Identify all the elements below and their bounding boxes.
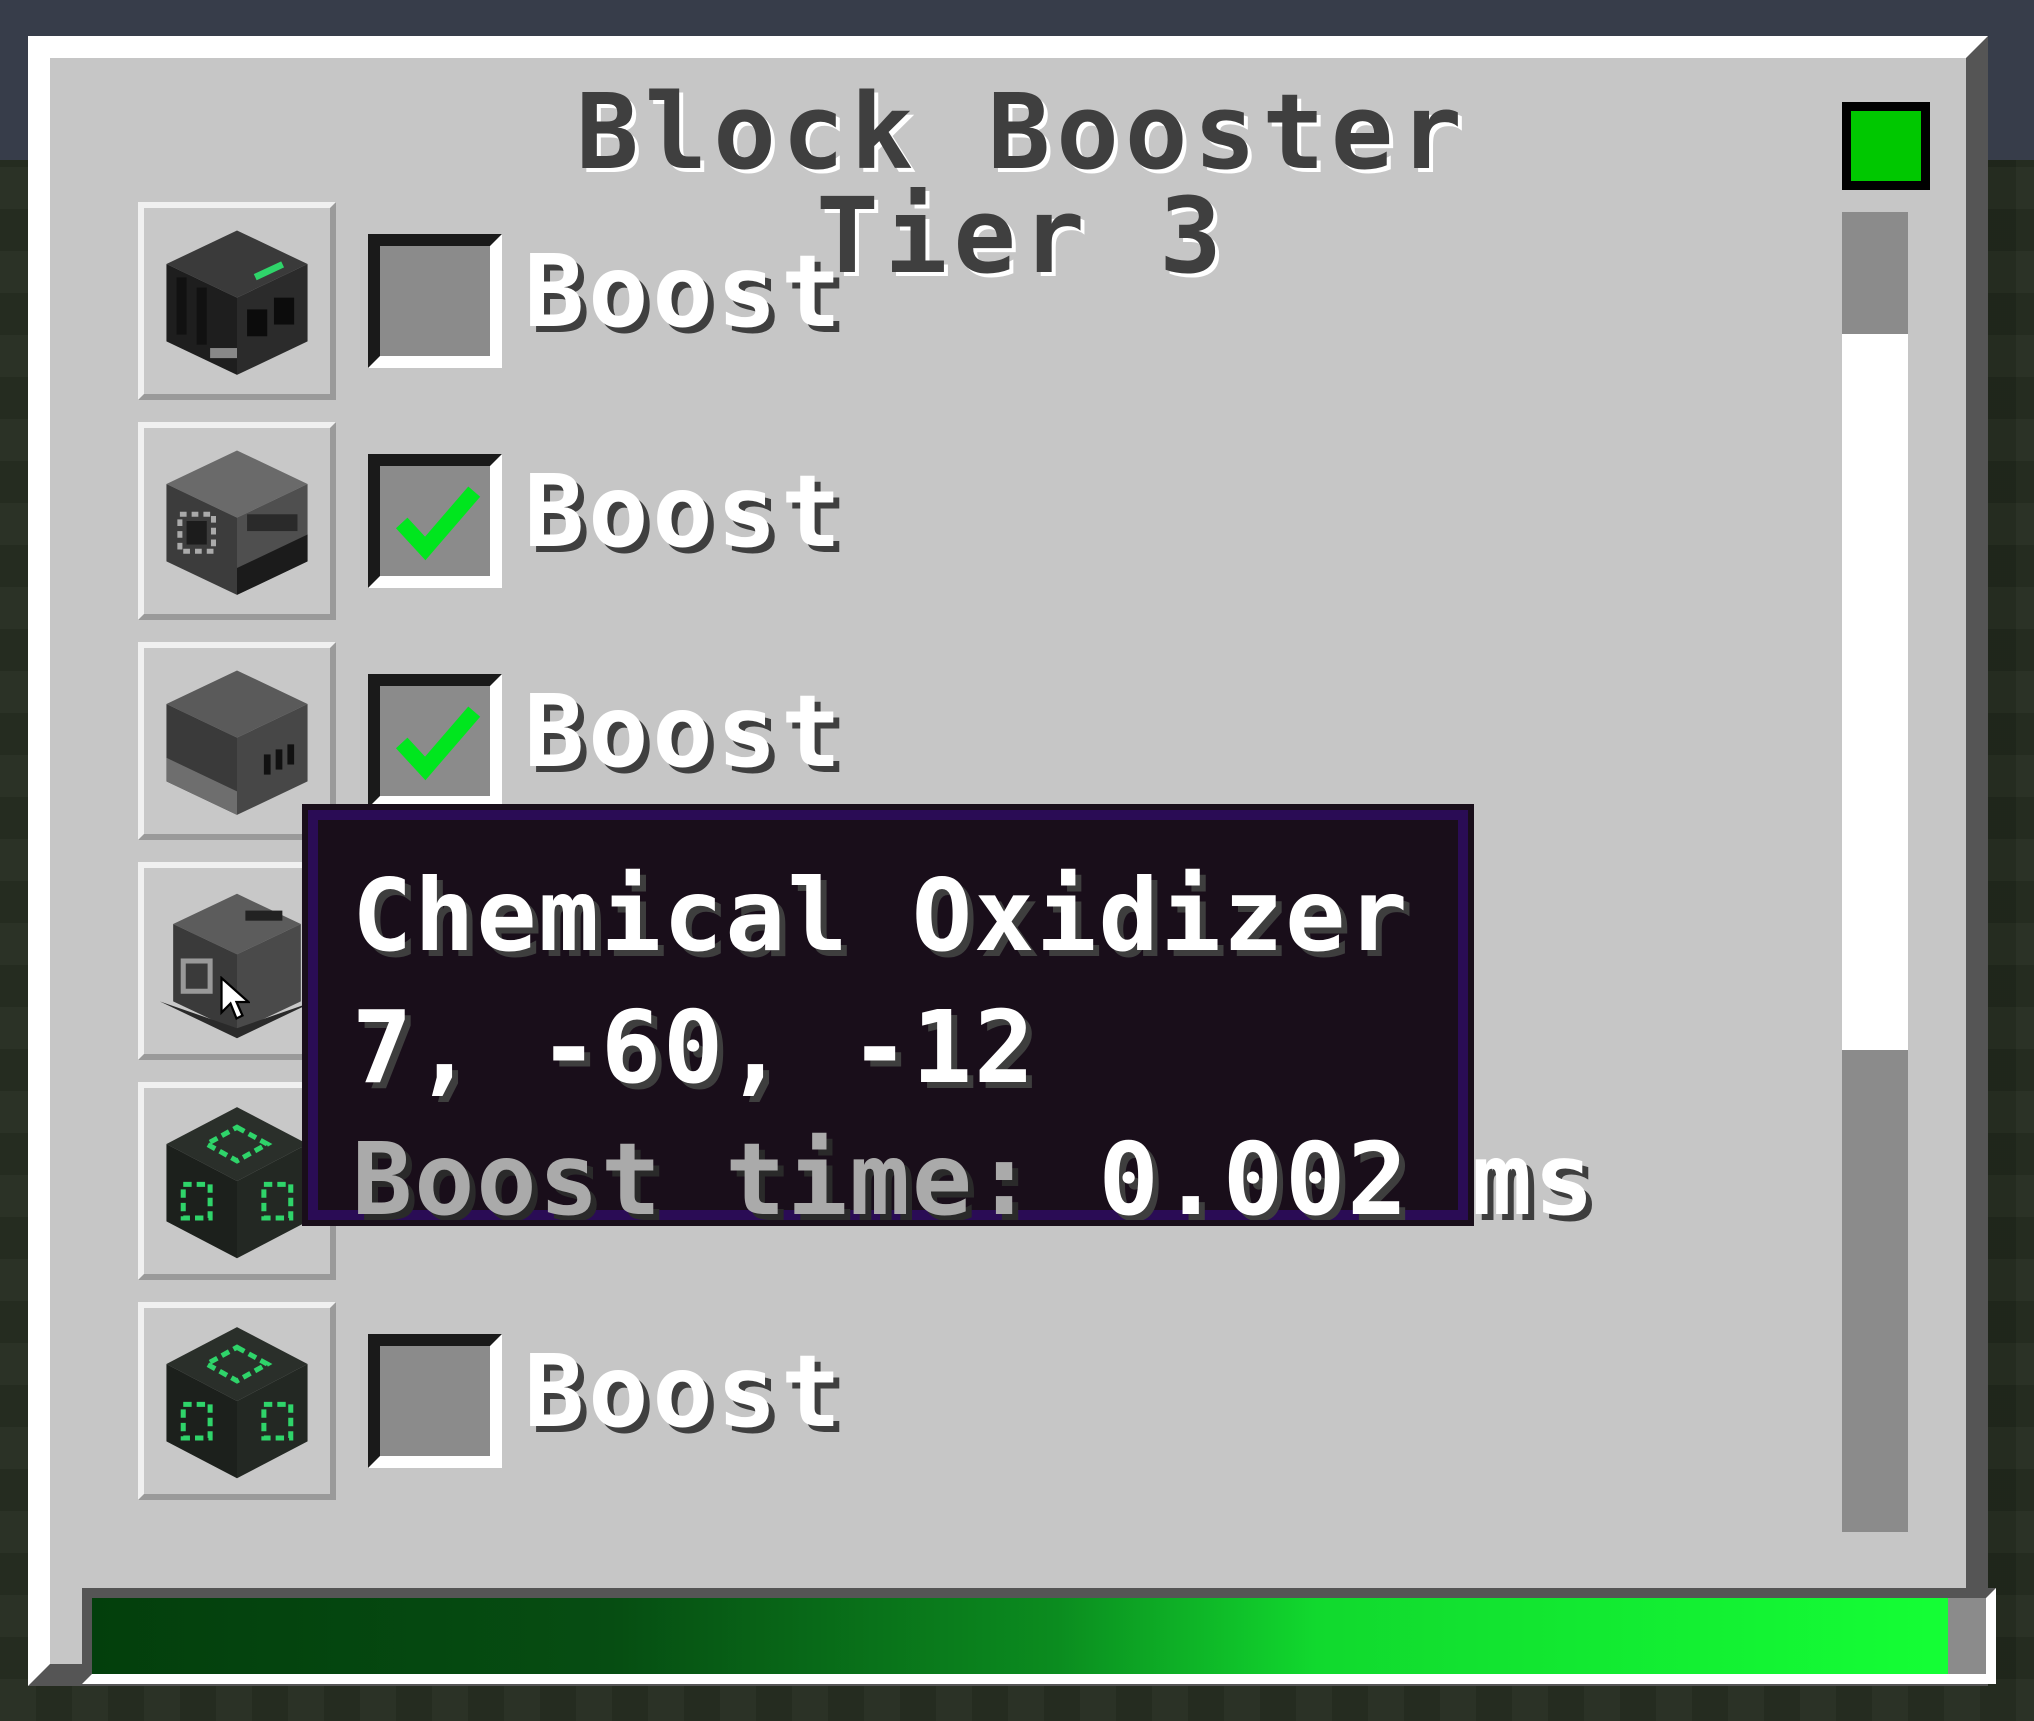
energy-bar-fill [92, 1598, 1949, 1674]
block-slot-1[interactable] [138, 202, 336, 400]
boost-checkbox-3[interactable] [368, 674, 502, 808]
machine-dark-block-icon [166, 230, 308, 375]
block-slot-2[interactable] [138, 422, 336, 620]
status-indicator [1842, 102, 1930, 190]
boost-checkbox-2[interactable] [368, 454, 502, 588]
boost-label-6: Boost [524, 1333, 846, 1450]
block-tooltip: Chemical Oxidizer 7, -60, -12 Boost time… [302, 804, 1594, 1238]
tooltip-boost-time-label: Boost time: [352, 1121, 1099, 1238]
tooltip-block-name: Chemical Oxidizer [352, 857, 1410, 974]
energy-bar [82, 1588, 1996, 1684]
block-slot-4[interactable] [138, 862, 336, 1060]
block-slot-6[interactable] [138, 1302, 336, 1500]
scrollbar-thumb[interactable] [1842, 334, 1908, 1050]
tooltip-boost-time-value: 0.002 ms [1098, 1121, 1597, 1238]
mouse-cursor-icon [220, 976, 250, 1021]
green-circuit-block-icon [166, 1327, 308, 1479]
boost-checkbox-1[interactable] [368, 234, 502, 368]
block-slot-5[interactable] [138, 1082, 336, 1280]
block-slot-3[interactable] [138, 642, 336, 840]
boost-label-1: Boost [524, 233, 846, 350]
machine-grey-block-icon [166, 450, 308, 595]
tooltip-boost-time: Boost time: 0.002 ms [352, 1114, 1594, 1246]
tooltip-coordinates: 7, -60, -12 [352, 989, 1037, 1106]
boost-label-3: Boost [524, 673, 846, 790]
checkmark-icon [395, 486, 481, 561]
checkmark-icon [395, 706, 481, 781]
boost-checkbox-6[interactable] [368, 1334, 502, 1468]
boost-label-2: Boost [524, 453, 846, 570]
machine-furnace-block-icon [166, 670, 308, 815]
green-circuit-block-icon [166, 1107, 308, 1259]
